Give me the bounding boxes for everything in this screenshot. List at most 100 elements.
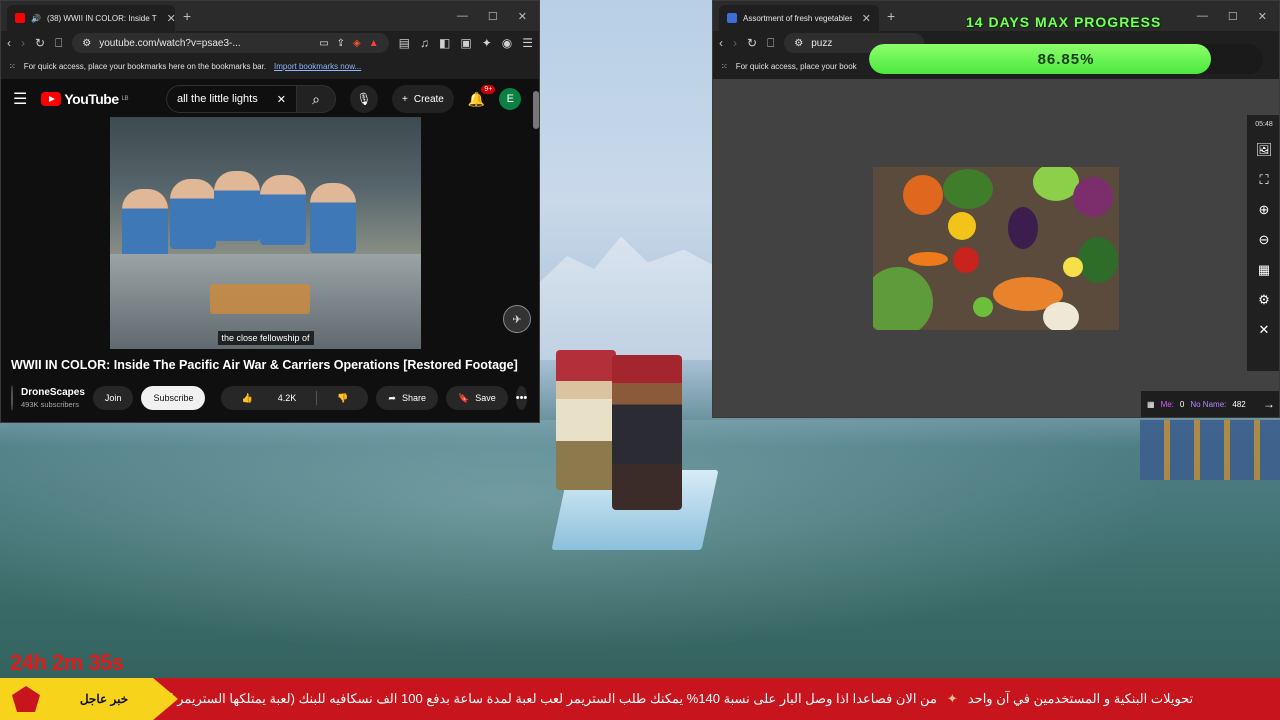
channel-watermark-icon[interactable]: ✈ [503,305,531,333]
zoom-out-icon[interactable]: ⊖ [1259,232,1270,248]
like-count: 4.2K [277,393,297,403]
import-bookmarks-link[interactable]: Import bookmarks now... [274,62,361,71]
brave-rewards-icon[interactable]: ▲ [369,38,379,49]
close-tab-icon[interactable]: ✕ [862,12,871,25]
sidebar-icon[interactable]: ▤ [399,36,410,50]
reload-icon[interactable]: ↻ [35,36,45,50]
site-info-icon[interactable]: ⚙ [82,38,91,49]
arrow-right-icon[interactable]: → [1263,397,1275,411]
fullscreen-icon[interactable]: ⛶ [1259,172,1268,188]
image-icon[interactable]: 🖼 [1256,142,1273,158]
search-icon: ⌕ [312,90,320,107]
voice-search-button[interactable]: 🎙 [350,85,378,113]
clear-search-icon[interactable]: ✕ [277,93,286,106]
tab-title: (38) WWII IN COLOR: Inside T [46,13,157,23]
create-button[interactable]: + Create [392,85,454,113]
progress-percent: 86.85% [1037,50,1095,68]
veg-tomato [953,247,979,273]
image-favicon-icon [727,13,737,23]
like-button[interactable]: 👍 4.2K [221,393,316,404]
minimize-button[interactable]: — [457,10,468,23]
notifications-button[interactable]: 🔔 9+ [468,84,496,108]
vegetables-image[interactable] [873,167,1119,330]
account-avatar[interactable]: E [499,88,522,110]
close-icon[interactable]: ✕ [1259,322,1270,338]
hamburger-menu-icon[interactable]: ☰ [13,89,27,109]
subscribe-button[interactable]: Subscribe [141,386,206,410]
grid-icon[interactable]: ▦ [1258,262,1270,278]
video-title: WWII IN COLOR: Inside The Pacific Air Wa… [11,358,518,372]
forward-icon[interactable]: › [733,36,737,50]
media-icon[interactable]: ♫ [420,36,429,50]
tab-youtube[interactable]: 🔊 (38) WWII IN COLOR: Inside T ✕ [7,5,175,31]
close-tab-icon[interactable]: ✕ [167,12,175,25]
cast-icon[interactable]: ▭ [319,38,328,49]
settings-icon[interactable]: ⚙ [1258,292,1270,308]
close-window-button[interactable]: ✕ [1258,10,1267,23]
zoom-in-icon[interactable]: ⊕ [1259,202,1270,218]
back-icon[interactable]: ‹ [719,36,723,50]
viewer-toolbar: 05:48 🖼 ⛶ ⊕ ⊖ ▦ ⚙ ✕ [1247,115,1279,371]
no-name-label: No Name: [1190,399,1227,409]
video-frame-figure [310,183,356,253]
minimize-button[interactable]: — [1197,10,1208,23]
new-tab-button[interactable]: + [887,8,895,24]
share-arrow-icon: ➦ [388,392,396,403]
tab-title: Assortment of fresh vegetables [743,13,852,23]
menu-icon[interactable]: ☰ [522,36,533,50]
search-input[interactable]: all the little lights ✕ [166,85,296,113]
reload-icon[interactable]: ↻ [747,36,757,50]
extensions-icon[interactable]: ✦ [482,36,492,50]
channel-info: DroneScapes 493K subscribers [21,387,85,409]
mic-icon: 🎙 [356,92,372,106]
close-window-button[interactable]: ✕ [518,10,527,23]
join-button[interactable]: Join [92,386,134,410]
search-button[interactable]: ⌕ [296,85,336,113]
veg-pumpkin [903,175,943,215]
wallet-icon[interactable]: ▣ [460,36,471,50]
channel-avatar[interactable] [11,385,13,411]
forward-icon[interactable]: › [21,36,25,50]
notification-badge: 9+ [481,84,496,94]
vpn-icon[interactable]: ◉ [502,36,512,50]
snow-mountain [540,236,720,360]
veg-eggplant [1008,207,1038,249]
save-icon: 🔖 [458,392,470,403]
share-icon[interactable]: ⇪ [337,38,345,49]
channel-subscribers: 493K subscribers [21,400,79,409]
video-player[interactable]: the close fellowship of [110,117,421,349]
tab-vegetables[interactable]: Assortment of fresh vegetables ✕ [719,5,879,31]
youtube-logo[interactable]: YouTube LB [41,91,129,107]
address-bar[interactable]: ⚙ youtube.com/watch?v=psae3-... ▭ ⇪ ◈ ▲ [72,33,389,53]
ticker-text: تحويلات البنكية و المستخدمين في آن واحد … [170,678,1280,720]
apps-icon[interactable]: ⁙ [721,62,728,71]
back-icon[interactable]: ‹ [7,36,11,50]
brave-shield-icon[interactable]: ◈ [353,38,361,49]
more-actions-button[interactable]: ••• [515,386,528,410]
split-view-icon[interactable]: ◧ [439,36,450,50]
share-button[interactable]: ➦ Share [376,386,438,410]
bookmarks-hint: For quick access, place your book [735,61,857,71]
page-scrollbar[interactable] [533,91,539,129]
veg-kale [1078,237,1118,283]
thumbs-up-icon: 👍 [241,392,253,403]
channel-name[interactable]: DroneScapes [21,387,85,398]
dislike-button[interactable]: 👎 [317,393,368,404]
score-bar: ▦ Me: 0 No Name: 482 → [1141,391,1279,417]
ticker-message-2: تحويلات البنكية و المستخدمين في آن واحد [967,691,1194,706]
apps-icon[interactable]: ⁙ [9,62,16,71]
site-info-icon[interactable]: ⚙ [794,38,803,49]
new-tab-button[interactable]: + [183,8,191,24]
image-viewer-page: 05:48 🖼 ⛶ ⊕ ⊖ ▦ ⚙ ✕ ▦ Me: 0 No Name: 482… [713,79,1279,417]
bookmarks-hint: For quick access, place your bookmarks h… [23,61,267,71]
maximize-button[interactable]: ☐ [488,10,498,23]
save-button[interactable]: 🔖 Save [446,386,508,410]
me-label: Me: [1160,399,1174,409]
youtube-browser-window: 🔊 (38) WWII IN COLOR: Inside T ✕ + — ☐ ✕… [0,0,540,423]
bookmark-icon[interactable]: ⎕ [55,36,62,51]
save-label: Save [475,393,496,403]
youtube-favicon-icon [15,13,25,23]
speaker-icon[interactable]: 🔊 [31,14,41,23]
bookmark-icon[interactable]: ⎕ [767,36,774,51]
maximize-button[interactable]: ☐ [1228,10,1238,23]
